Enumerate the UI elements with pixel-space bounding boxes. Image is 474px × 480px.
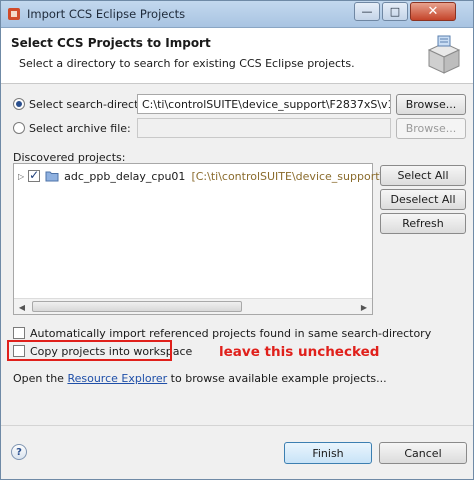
help-icon[interactable]: ? xyxy=(11,444,27,460)
info-prefix: Open the xyxy=(13,372,68,385)
refresh-button[interactable]: Refresh xyxy=(380,213,466,234)
select-all-button[interactable]: Select All xyxy=(380,165,466,186)
close-button[interactable]: ✕ xyxy=(410,2,456,21)
folder-icon xyxy=(45,171,59,182)
minimize-button[interactable]: — xyxy=(354,2,380,21)
cancel-button[interactable]: Cancel xyxy=(379,442,467,464)
resource-explorer-link[interactable]: Resource Explorer xyxy=(67,372,167,385)
search-directory-input[interactable]: C:\ti\controlSUITE\device_support\F2837x… xyxy=(137,94,391,114)
import-dialog: Import CCS Eclipse Projects — □ ✕ Select… xyxy=(0,0,474,480)
horizontal-scrollbar[interactable]: ◀ ▶ xyxy=(14,298,372,314)
discovered-projects-list[interactable]: ▷ adc_ppb_delay_cpu01 [C:\ti\controlSUIT… xyxy=(13,163,455,315)
browse-archive-button[interactable]: Browse... xyxy=(396,118,466,139)
page-description: Select a directory to search for existin… xyxy=(19,57,355,70)
annotation-text: leave this unchecked xyxy=(219,344,380,360)
project-name: adc_ppb_delay_cpu01 xyxy=(64,169,186,183)
scroll-right-icon[interactable]: ▶ xyxy=(356,299,372,315)
resource-explorer-info: Open the Resource Explorer to browse ava… xyxy=(13,372,387,385)
page-title: Select CCS Projects to Import xyxy=(11,36,211,50)
import-box-icon xyxy=(427,35,461,74)
annotation-highlight-box xyxy=(7,340,172,361)
window-title: Import CCS Eclipse Projects xyxy=(27,7,186,21)
footer-divider xyxy=(1,425,473,426)
deselect-all-button[interactable]: Deselect All xyxy=(380,189,466,210)
finish-button[interactable]: Finish xyxy=(284,442,372,464)
search-directory-radio[interactable] xyxy=(13,98,25,110)
archive-file-option[interactable]: Select archive file: xyxy=(13,120,131,136)
archive-file-label: Select archive file: xyxy=(29,121,131,135)
info-suffix: to browse available example projects... xyxy=(167,372,387,385)
expand-arrow-icon[interactable]: ▷ xyxy=(18,172,24,181)
browse-directory-button[interactable]: Browse... xyxy=(396,94,466,115)
auto-import-checkbox[interactable] xyxy=(13,327,25,339)
ccs-icon xyxy=(8,8,20,20)
archive-file-radio[interactable] xyxy=(13,122,25,134)
auto-import-label: Automatically import referenced projects… xyxy=(30,326,432,340)
archive-file-input[interactable] xyxy=(137,118,391,138)
scrollbar-thumb[interactable] xyxy=(32,301,242,312)
project-checkbox[interactable] xyxy=(28,168,41,182)
wizard-header: Select CCS Projects to Import Select a d… xyxy=(1,28,473,84)
auto-import-option[interactable]: Automatically import referenced projects… xyxy=(13,325,431,341)
title-bar[interactable]: Import CCS Eclipse Projects — □ ✕ xyxy=(1,1,473,28)
maximize-button[interactable]: □ xyxy=(382,2,408,21)
scroll-left-icon[interactable]: ◀ xyxy=(14,299,30,315)
